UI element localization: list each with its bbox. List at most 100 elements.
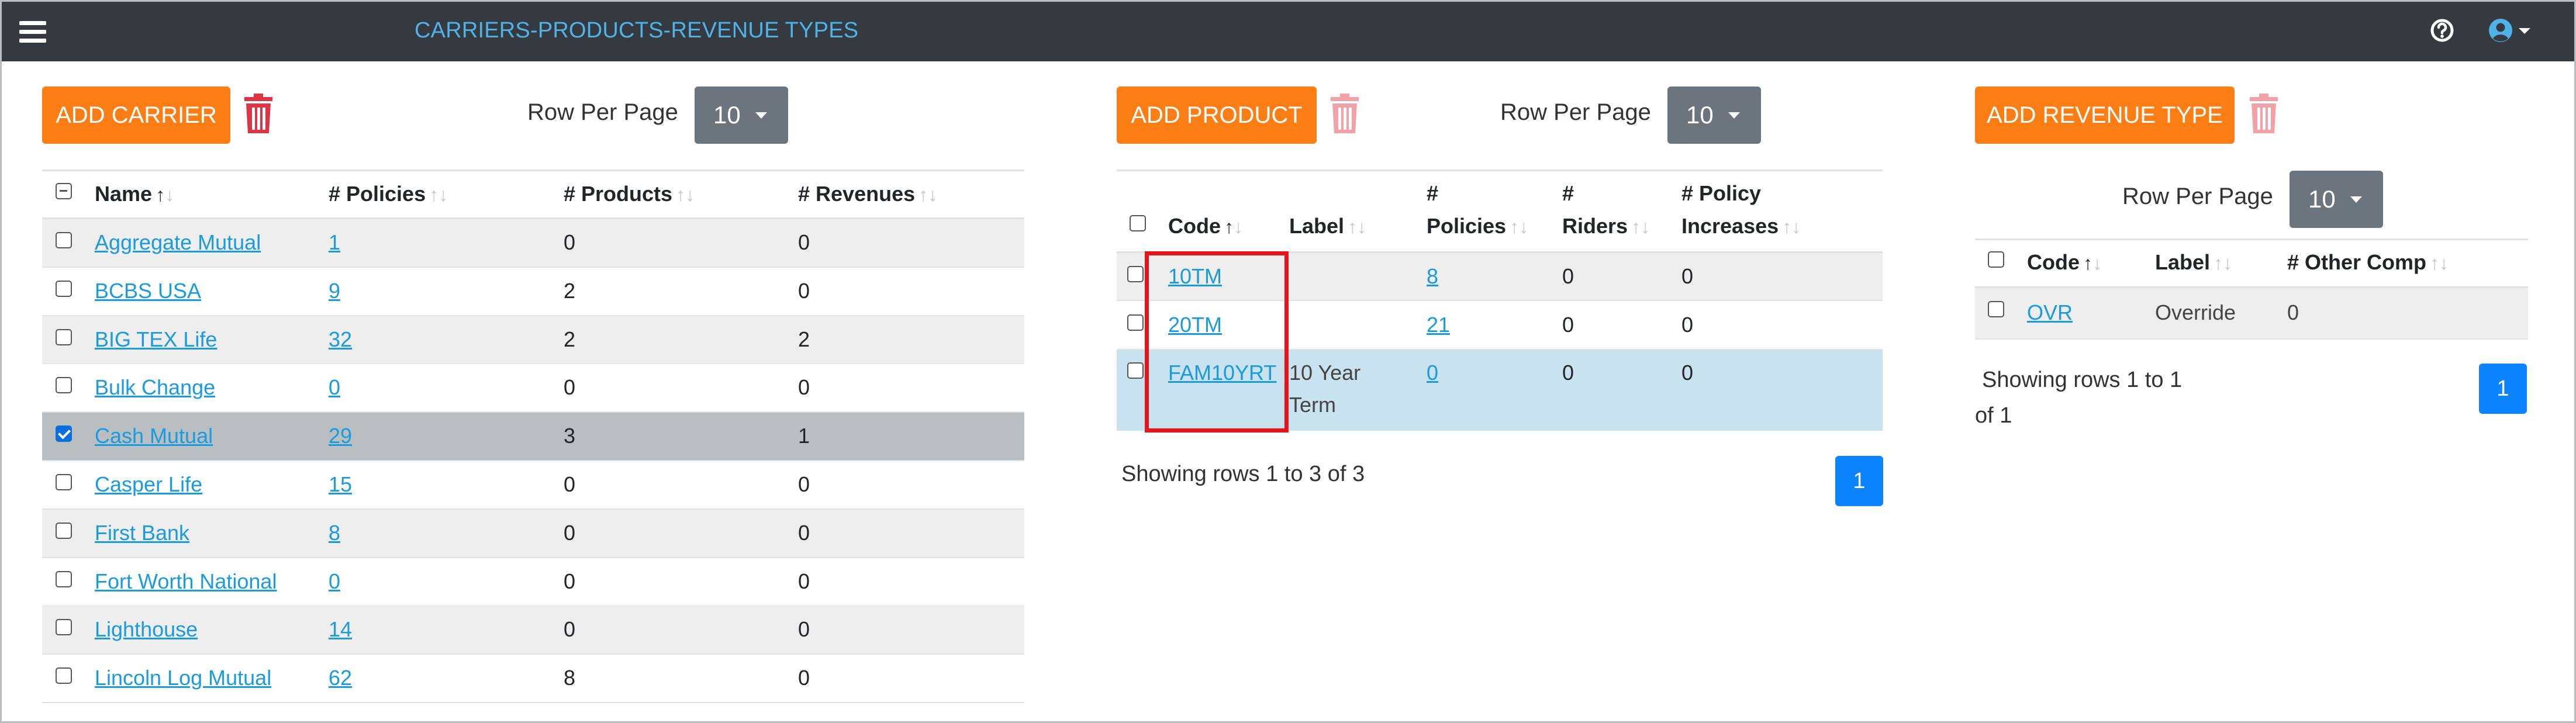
rows-per-page-dropdown[interactable]: 10 [2290, 171, 2383, 228]
riders-count: 0 [1562, 361, 1574, 385]
revenues-count: 0 [798, 472, 810, 496]
column-header-code[interactable]: Code ↑↓ [1168, 214, 1243, 238]
select-all-checkbox[interactable] [56, 183, 72, 199]
row-checkbox[interactable] [56, 377, 72, 393]
row-checkbox[interactable] [56, 232, 72, 248]
policies-count-link[interactable]: 0 [329, 375, 340, 400]
caret-down-icon [755, 112, 767, 119]
add-carrier-button[interactable]: ADD CARRIER [42, 87, 230, 144]
products-count: 0 [564, 521, 576, 545]
divider [1975, 338, 2528, 340]
policies-count-link[interactable]: 32 [329, 327, 352, 352]
carrier-name-link[interactable]: Fort Worth National [95, 569, 277, 594]
column-header-name[interactable]: Name ↑↓ [95, 182, 174, 206]
row-checkbox[interactable] [56, 474, 72, 490]
sort-icon: ↑↓ [1782, 216, 1801, 237]
policies-count-link[interactable]: 9 [329, 279, 340, 303]
policies-count-link[interactable]: 21 [1427, 313, 1450, 337]
rows-per-page-dropdown[interactable]: 10 [695, 87, 788, 144]
increases-count: 0 [1681, 361, 1694, 385]
column-header-riders-line2[interactable]: Riders ↑↓ [1562, 214, 1650, 238]
trash-icon[interactable] [1326, 94, 1363, 134]
policies-count-link[interactable]: 15 [329, 472, 352, 497]
column-header-products[interactable]: # Products ↑↓ [564, 182, 695, 206]
question-circle-icon[interactable] [2429, 18, 2455, 43]
trash-icon[interactable] [240, 94, 277, 134]
column-header-increases-line2[interactable]: Increases ↑↓ [1681, 214, 1801, 238]
sort-icon: ↑↓ [2430, 252, 2449, 274]
caret-down-icon [1728, 112, 1740, 119]
revenues-count: 0 [798, 521, 810, 545]
sort-icon: ↑↓ [2083, 252, 2102, 274]
select-all-checkbox[interactable] [1130, 215, 1146, 231]
other-comp-count: 0 [2287, 300, 2299, 324]
revenues-count: 0 [798, 617, 810, 641]
trash-icon[interactable] [2245, 94, 2283, 134]
select-all-checkbox[interactable] [1988, 251, 2004, 268]
product-label-line2: Term [1289, 393, 1336, 417]
products-count: 0 [564, 230, 576, 254]
row-checkbox[interactable] [56, 667, 72, 684]
policies-count-link[interactable]: 0 [1427, 361, 1438, 385]
carrier-name-link[interactable]: Aggregate Mutual [95, 230, 261, 255]
carrier-name-link[interactable]: BCBS USA [95, 279, 201, 303]
carrier-name-link[interactable]: Lighthouse [95, 617, 198, 642]
policies-count-link[interactable]: 14 [329, 617, 352, 642]
policies-count-link[interactable]: 1 [329, 230, 340, 255]
products-count: 8 [564, 666, 576, 690]
row-checkbox[interactable] [1127, 266, 1144, 282]
carrier-name-link[interactable]: Cash Mutual [95, 424, 213, 448]
chevron-down-icon[interactable] [2519, 28, 2530, 34]
carrier-name-link[interactable]: Bulk Change [95, 375, 215, 400]
column-header-policies[interactable]: # Policies ↑↓ [329, 182, 448, 206]
carrier-name-link[interactable]: First Bank [95, 521, 189, 545]
column-header-revenues[interactable]: # Revenues ↑↓ [798, 182, 937, 206]
row-checkbox[interactable] [1127, 362, 1144, 379]
add-revenue-type-button[interactable]: ADD REVENUE TYPE [1975, 87, 2235, 144]
column-header-label[interactable]: Label ↑↓ [2155, 250, 2232, 275]
row-checkbox[interactable] [1988, 301, 2004, 317]
column-header-code[interactable]: Code ↑↓ [2027, 250, 2102, 275]
row-checkbox[interactable] [56, 281, 72, 297]
policies-count-link[interactable]: 0 [329, 569, 340, 594]
policies-count-link[interactable]: 8 [329, 521, 340, 545]
page-button-1[interactable]: 1 [1835, 456, 1883, 506]
column-header-other-comp[interactable]: # Other Comp ↑↓ [2287, 250, 2449, 275]
column-header-policies-line2[interactable]: Policies ↑↓ [1427, 214, 1528, 238]
sort-icon: ↑↓ [429, 184, 448, 205]
sort-icon: ↑↓ [1510, 216, 1529, 237]
rows-per-page-label: Row Per Page [2122, 184, 2273, 209]
column-header-label[interactable]: Label ↑↓ [1289, 214, 1366, 238]
column-header-increases[interactable]: # Policy [1681, 181, 1761, 206]
column-header-policies[interactable]: # [1427, 181, 1438, 206]
row-checkbox[interactable] [56, 523, 72, 539]
rows-per-page-value: 10 [2308, 185, 2336, 213]
add-product-button[interactable]: ADD PRODUCT [1117, 87, 1317, 144]
revenues-count: 0 [798, 666, 810, 690]
divider [42, 702, 1024, 703]
products-count: 3 [564, 424, 576, 448]
page-button-1[interactable]: 1 [2479, 364, 2527, 414]
divider [1117, 169, 1883, 171]
policies-count-link[interactable]: 8 [1427, 264, 1438, 289]
riders-count: 0 [1562, 313, 1574, 337]
rows-per-page-label: Row Per Page [1500, 99, 1651, 125]
row-checkbox[interactable] [1127, 314, 1144, 331]
products-count: 0 [564, 617, 576, 641]
policies-count-link[interactable]: 29 [329, 424, 352, 448]
pagination-summary: Showing rows 1 to 3 of 3 [1121, 462, 1365, 486]
column-header-riders[interactable]: # [1562, 181, 1574, 206]
carrier-name-link[interactable]: BIG TEX Life [95, 327, 217, 352]
rows-per-page-dropdown[interactable]: 10 [1667, 87, 1761, 144]
policies-count-link[interactable]: 62 [329, 666, 352, 690]
row-checkbox[interactable] [56, 329, 72, 345]
carrier-name-link[interactable]: Casper Life [95, 472, 202, 497]
row-checkbox[interactable] [56, 426, 72, 442]
hamburger-menu-icon[interactable] [19, 21, 46, 43]
revenue-code-link[interactable]: OVR [2027, 300, 2073, 325]
row-checkbox[interactable] [56, 571, 72, 587]
carrier-name-link[interactable]: Lincoln Log Mutual [95, 666, 271, 690]
revenues-count: 2 [798, 327, 810, 351]
row-checkbox[interactable] [56, 619, 72, 635]
user-circle-icon[interactable] [2488, 18, 2513, 43]
